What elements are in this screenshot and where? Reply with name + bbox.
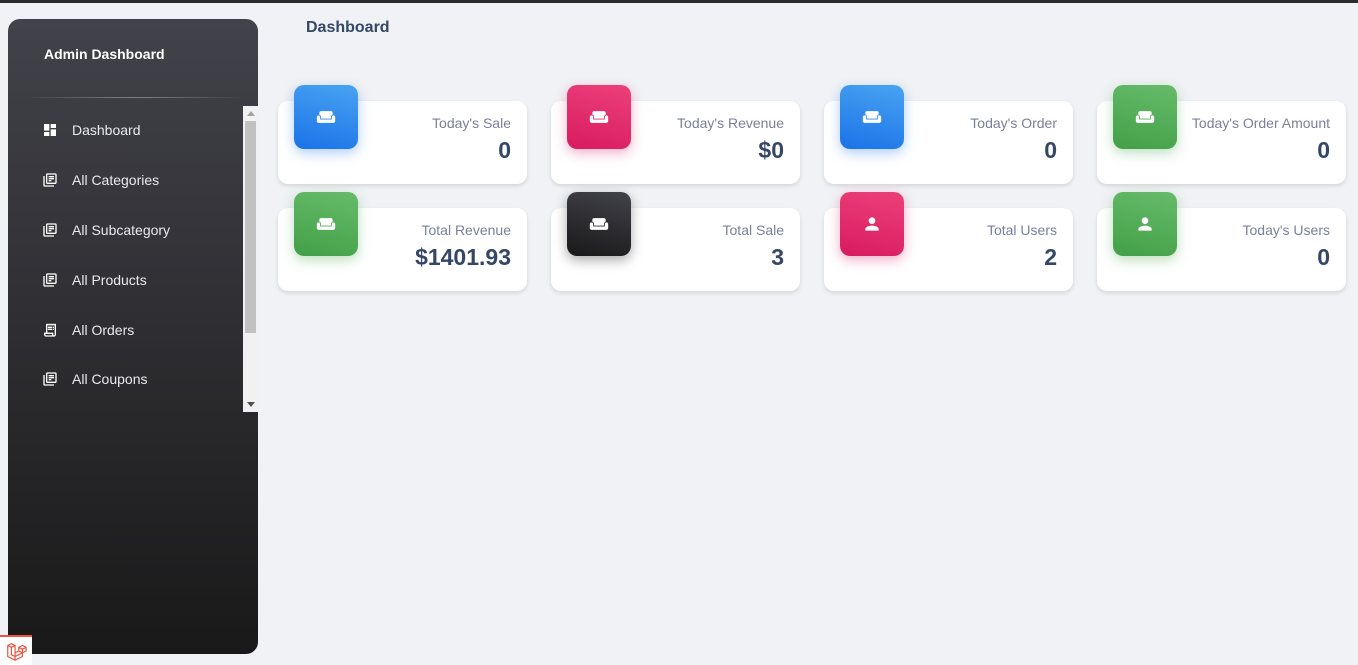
card-icon-badge <box>840 192 904 256</box>
sidebar-item-all-coupons[interactable]: All Coupons <box>8 359 243 399</box>
sidebar-item-label: Dashboard <box>72 122 141 138</box>
stat-card-todays-revenue: Today's Revenue $0 <box>551 85 800 184</box>
sidebar-item-label: All Subcategory <box>72 222 171 238</box>
stat-card-todays-order: Today's Order 0 <box>824 85 1073 184</box>
person-icon <box>865 217 879 231</box>
top-border <box>0 0 1358 3</box>
sidebar-scrollbar[interactable] <box>243 106 258 412</box>
card-label: Today's Sale <box>432 115 511 131</box>
stat-card-todays-order-amount: Today's Order Amount 0 <box>1097 85 1346 184</box>
person-icon <box>1138 217 1152 231</box>
dashboard-icon <box>41 121 59 139</box>
card-value: 2 <box>1044 244 1057 270</box>
library-icon <box>41 271 59 289</box>
stat-card-total-revenue: Total Revenue $1401.93 <box>278 192 527 291</box>
debugbar-logo-icon[interactable] <box>0 635 32 665</box>
library-icon <box>41 171 59 189</box>
library-icon <box>41 221 59 239</box>
scroll-up-arrow-icon[interactable] <box>247 111 255 116</box>
card-icon-badge <box>840 85 904 149</box>
sidebar-item-label: All Orders <box>72 322 135 338</box>
sidebar-brand[interactable]: Admin Dashboard <box>44 46 165 62</box>
sidebar-item-all-subcategory[interactable]: All Subcategory <box>8 210 243 250</box>
sidebar: Admin Dashboard Dashboard All Categories… <box>8 19 258 654</box>
card-label: Total Sale <box>722 222 784 238</box>
scroll-thumb[interactable] <box>245 121 256 333</box>
card-icon-badge <box>1113 192 1177 256</box>
library-icon <box>41 370 59 388</box>
weekend-icon <box>316 111 336 123</box>
scroll-down-arrow-icon[interactable] <box>247 402 255 407</box>
sidebar-item-label: All Products <box>72 272 147 288</box>
weekend-icon <box>316 218 336 230</box>
sidebar-item-label: All Categories <box>72 172 160 188</box>
sidebar-item-all-products[interactable]: All Products <box>8 260 243 300</box>
card-value: $1401.93 <box>415 244 511 270</box>
card-label: Total Revenue <box>421 222 511 238</box>
card-value: 0 <box>498 137 511 163</box>
weekend-icon <box>589 218 609 230</box>
stat-card-todays-sale: Today's Sale 0 <box>278 85 527 184</box>
page-title: Dashboard <box>306 19 390 36</box>
sidebar-item-label: All Coupons <box>72 371 148 387</box>
card-label: Today's Order <box>970 115 1057 131</box>
card-value: 3 <box>771 244 784 270</box>
card-value: 0 <box>1317 137 1330 163</box>
weekend-icon <box>589 111 609 123</box>
card-label: Today's Users <box>1242 222 1330 238</box>
card-icon-badge <box>294 192 358 256</box>
card-label: Today's Revenue <box>677 115 784 131</box>
card-value: 0 <box>1317 244 1330 270</box>
card-icon-badge <box>567 85 631 149</box>
sidebar-nav: Dashboard All Categories All Subcategory… <box>8 106 243 412</box>
weekend-icon <box>1135 111 1155 123</box>
card-value: 0 <box>1044 137 1057 163</box>
stat-card-todays-users: Today's Users 0 <box>1097 192 1346 291</box>
sidebar-item-all-categories[interactable]: All Categories <box>8 160 243 200</box>
weekend-icon <box>862 111 882 123</box>
card-label: Total Users <box>986 222 1057 238</box>
card-icon-badge <box>567 192 631 256</box>
sidebar-item-dashboard[interactable]: Dashboard <box>8 110 243 150</box>
card-icon-badge <box>1113 85 1177 149</box>
sidebar-divider <box>24 97 244 98</box>
sidebar-item-all-orders[interactable]: All Orders <box>8 310 243 350</box>
stat-card-total-sale: Total Sale 3 <box>551 192 800 291</box>
stat-card-total-users: Total Users 2 <box>824 192 1073 291</box>
card-icon-badge <box>294 85 358 149</box>
card-value: $0 <box>758 137 784 163</box>
receipt-icon <box>41 321 59 339</box>
card-label: Today's Order Amount <box>1191 115 1330 131</box>
